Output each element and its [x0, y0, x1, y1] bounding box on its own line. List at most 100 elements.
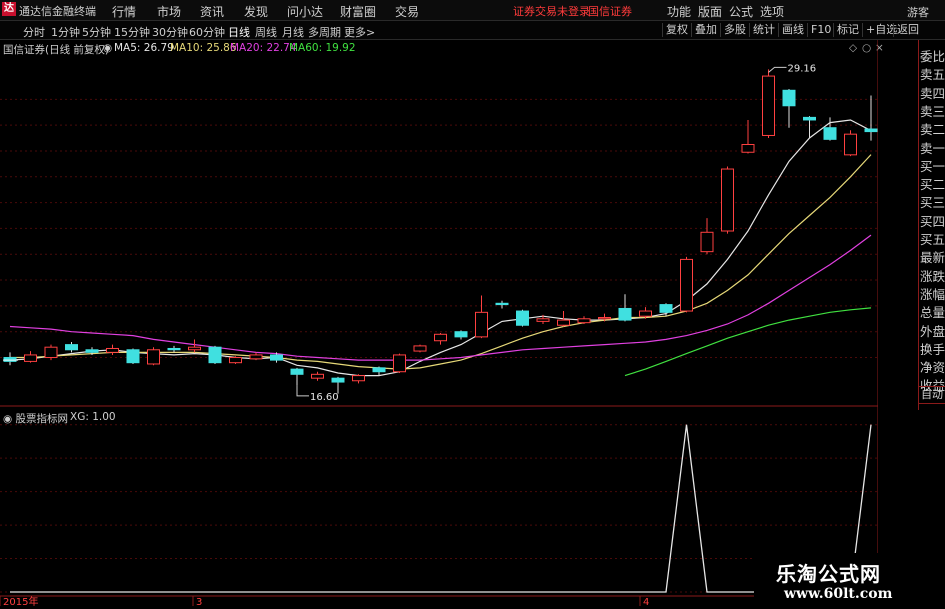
candle-down	[65, 344, 78, 351]
candle-up	[393, 354, 406, 373]
side-item[interactable]: 买三	[920, 192, 945, 211]
high-pointer	[768, 66, 787, 73]
candle-down	[290, 368, 304, 375]
side-item[interactable]: 卖四	[920, 83, 945, 102]
candle-up	[680, 258, 693, 312]
side-item[interactable]: 涨跌	[920, 266, 945, 285]
side-item[interactable]: 换手	[920, 339, 945, 358]
overlay-button[interactable]: 叠加	[691, 23, 720, 37]
side-item[interactable]: 买五	[920, 229, 945, 248]
candle-up	[762, 75, 775, 136]
adjust-button[interactable]: 复权	[662, 23, 691, 37]
menu-market[interactable]: 行情	[112, 3, 136, 20]
side-item[interactable]: 买四	[920, 211, 945, 230]
menu-formula[interactable]: 公式	[729, 3, 753, 20]
candle-down	[864, 128, 878, 133]
candle-up	[434, 333, 447, 342]
candle-up	[475, 311, 488, 338]
menu-layout[interactable]: 版面	[698, 3, 722, 20]
candle-down	[208, 346, 222, 364]
period-monthly[interactable]: 月线	[282, 24, 304, 40]
period-15min[interactable]: 15分钟	[114, 24, 150, 40]
period-toolbar: 分时 1分钟 5分钟 15分钟 30分钟 60分钟 日线 周线 月线 多周期 更…	[0, 21, 945, 40]
menu-discover[interactable]: 发现	[244, 3, 268, 20]
candle-up	[249, 354, 263, 360]
high-price-label: 29.16	[788, 63, 817, 74]
candle-up	[639, 310, 652, 317]
title-bar: 达 通达信金融终端 行情 市场 资讯 发现 问小达 财富圈 交易 证券交易未登录…	[0, 0, 945, 21]
watermark-title: 乐淘公式网	[776, 562, 881, 586]
kline-chart[interactable]: 18.0019.0020.0021.0022.0023.0024.0025.00…	[0, 40, 878, 606]
menu-assistant[interactable]: 问小达	[287, 3, 323, 20]
period-weekly[interactable]: 周线	[255, 24, 277, 40]
menu-exchange[interactable]: 市场	[157, 3, 181, 20]
candle-up	[598, 317, 611, 320]
side-item[interactable]: 最新	[920, 247, 945, 266]
broker-name[interactable]: 国信证券	[588, 3, 632, 19]
draw-line-button[interactable]: 画线	[778, 23, 807, 37]
f10-button[interactable]: F10	[807, 23, 834, 37]
candle-down	[618, 307, 632, 321]
x-tick-label: 2015年	[3, 595, 38, 606]
side-item[interactable]: 卖二	[920, 119, 945, 138]
candle-down	[331, 377, 345, 383]
auto-button[interactable]: 自动	[918, 386, 945, 404]
trade-login-status[interactable]: 证券交易未登录	[513, 3, 590, 19]
app-logo: 达	[2, 2, 16, 16]
side-item[interactable]: 外盘	[920, 321, 945, 340]
period-30min[interactable]: 30分钟	[152, 24, 188, 40]
side-item[interactable]: 卖一	[920, 138, 945, 157]
side-item[interactable]: 涨幅	[920, 284, 945, 303]
menu-options[interactable]: 选项	[760, 3, 784, 20]
side-item[interactable]: 买二	[920, 174, 945, 193]
app-title: 通达信金融终端	[19, 5, 96, 18]
period-multi[interactable]: 多周期	[308, 24, 341, 40]
candle-up	[352, 375, 365, 382]
candle-down	[495, 302, 509, 306]
period-timeshare[interactable]: 分时	[23, 24, 45, 40]
x-tick-label: 4	[643, 597, 649, 606]
candle-down	[659, 304, 673, 313]
candle-up	[147, 349, 160, 365]
xg-indicator-line	[10, 424, 872, 593]
candle-up	[188, 346, 201, 351]
low-price-label: 16.60	[310, 392, 339, 403]
side-item[interactable]: 净资	[920, 357, 945, 376]
menu-trade[interactable]: 交易	[395, 3, 419, 20]
menu-news[interactable]: 资讯	[200, 3, 224, 20]
menu-wealth[interactable]: 财富圈	[340, 3, 376, 20]
candle-down	[454, 331, 468, 338]
candle-down	[3, 357, 17, 362]
candle-up	[413, 345, 427, 352]
candle-up	[557, 319, 570, 326]
period-60min[interactable]: 60分钟	[189, 24, 225, 40]
candle-up	[721, 168, 734, 232]
candle-up	[700, 231, 714, 253]
multi-stock-button[interactable]: 多股	[720, 23, 749, 37]
quote-side-panel: 委比 卖五 卖四 卖三 卖二 卖一 买一 买二 买三 买四 买五 最新 涨跌 涨幅 总量 外盘 换手 净资 收益	[918, 40, 945, 410]
guest-user[interactable]: 游客	[907, 4, 929, 20]
side-item[interactable]: 委比	[920, 46, 945, 65]
period-1min[interactable]: 1分钟	[51, 24, 80, 40]
period-more[interactable]: 更多>	[344, 24, 375, 40]
candle-up	[844, 133, 857, 156]
period-5min[interactable]: 5分钟	[82, 24, 111, 40]
watermark-url: www.60lt.com	[784, 586, 893, 602]
candle-up	[577, 318, 591, 324]
candle-down	[516, 310, 529, 326]
back-button[interactable]: 返回	[893, 23, 922, 37]
side-item[interactable]: 买一	[920, 156, 945, 175]
candle-down	[85, 349, 99, 353]
side-item[interactable]: 卖三	[920, 101, 945, 120]
menu-function[interactable]: 功能	[667, 3, 691, 20]
candle-down	[126, 349, 140, 364]
candle-up	[24, 354, 37, 362]
stats-button[interactable]: 统计	[749, 23, 778, 37]
period-daily[interactable]: 日线	[228, 24, 250, 40]
candle-down	[167, 347, 181, 351]
side-item[interactable]: 总量	[920, 302, 945, 321]
side-item[interactable]: 卖五	[920, 64, 945, 83]
watermark: 乐淘公式网 www.60lt.com	[754, 553, 945, 609]
candle-down	[270, 354, 283, 361]
mark-button[interactable]: 标记	[833, 23, 862, 37]
